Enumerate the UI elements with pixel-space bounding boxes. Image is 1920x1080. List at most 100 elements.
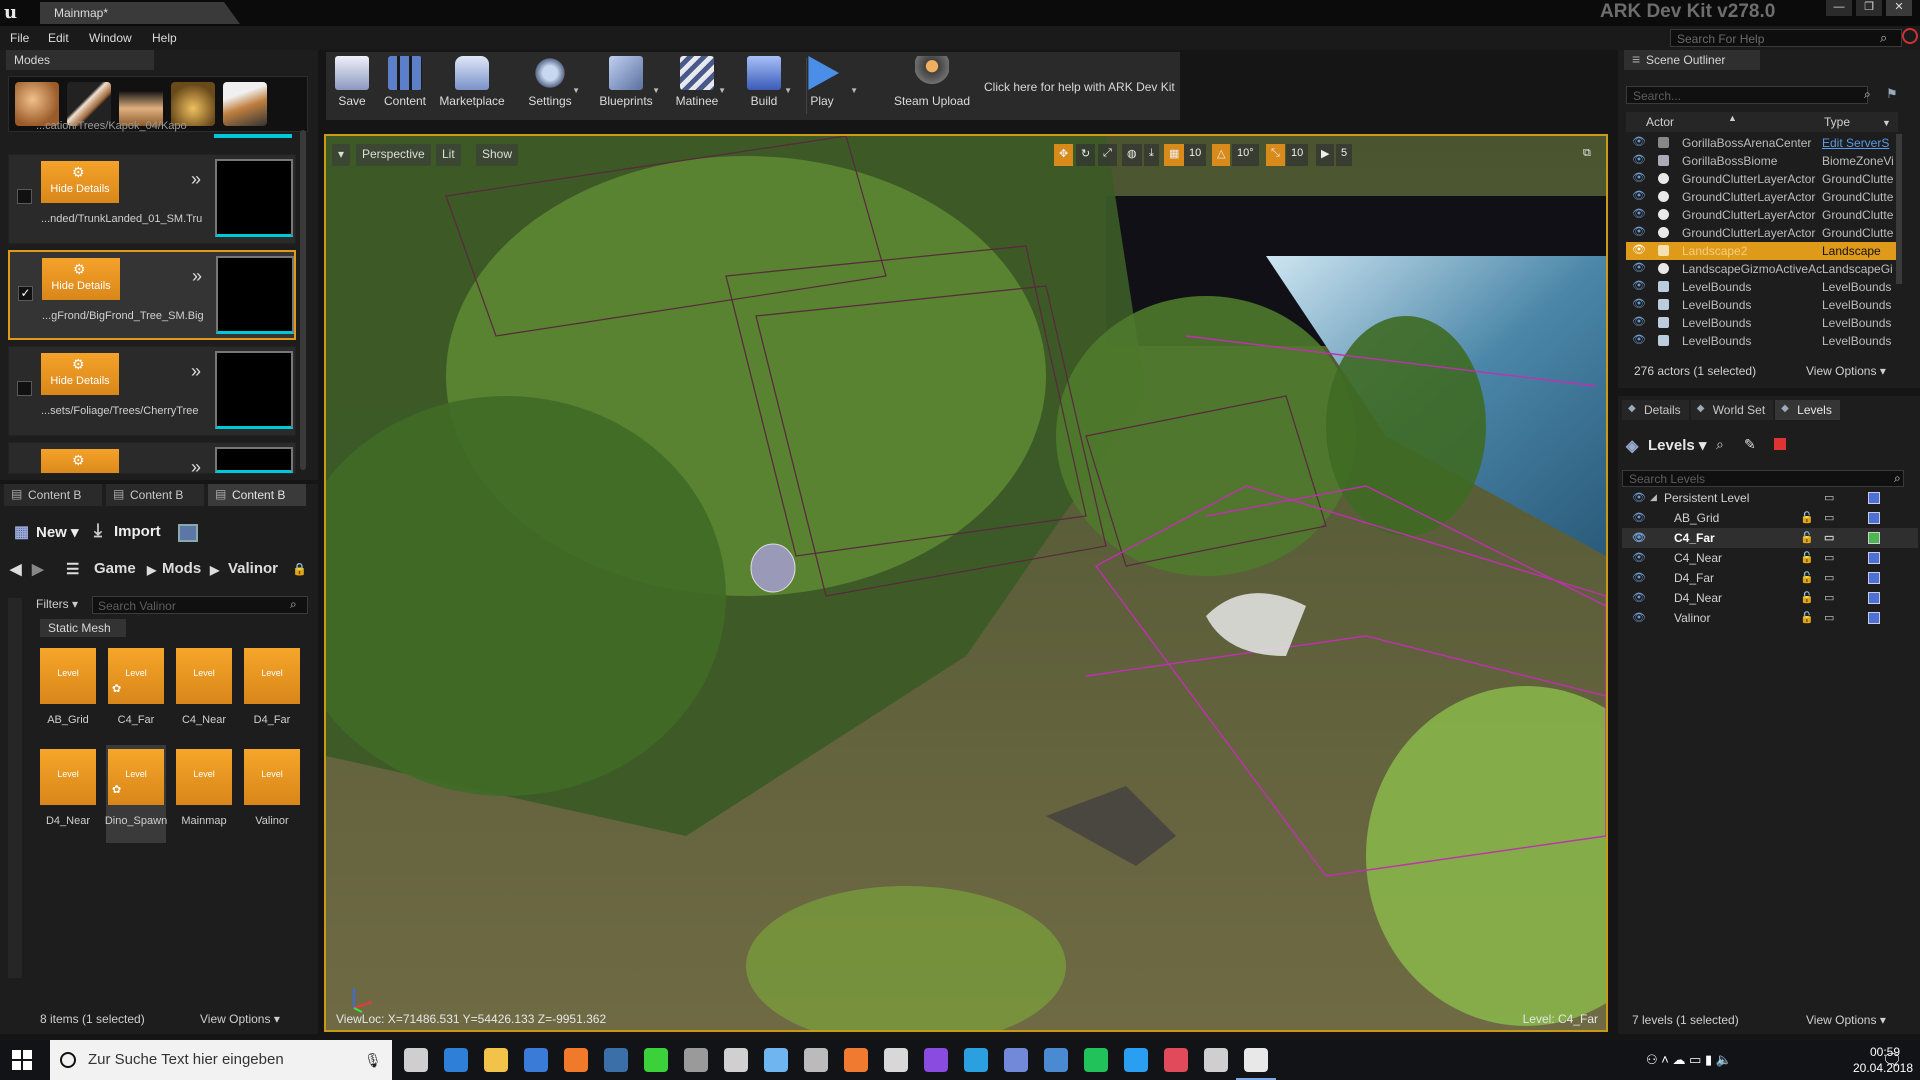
obs-icon[interactable] xyxy=(724,1048,748,1072)
rotation-snap-icon[interactable]: △ xyxy=(1212,144,1231,166)
outliner-row[interactable]: 👁 LevelBounds LevelBounds xyxy=(1626,278,1898,296)
eye-icon[interactable]: 👁 xyxy=(1632,153,1646,166)
foliage-checkbox[interactable]: ✓ xyxy=(18,286,33,301)
outliner-row[interactable]: 👁 GorillaBossBiome BiomeZoneVi xyxy=(1626,152,1898,170)
foliage-list-item[interactable]: ✓ Hide Details » ...gFrond/BigFrond_Tree… xyxy=(8,250,296,340)
outliner-row[interactable]: 👁 GroundClutterLayerActor GroundClutte xyxy=(1626,170,1898,188)
unlock-icon[interactable]: 🔓 xyxy=(1800,571,1814,584)
foliage-list-item[interactable]: » xyxy=(8,442,296,474)
asset-tile-selected[interactable]: Level ✿ Dino_Spawn xyxy=(105,745,167,843)
minimize-button[interactable]: — xyxy=(1826,0,1852,16)
twitch-icon[interactable] xyxy=(924,1048,948,1072)
show-button[interactable]: Show xyxy=(476,144,519,166)
content-search-input[interactable]: Search Valinor xyxy=(92,596,308,614)
system-tray-icons[interactable]: ⚇ ˄ ☁ ▭ ▮ 🔈 xyxy=(1646,1052,1732,1068)
forward-arrow-icon[interactable]: ▶ xyxy=(32,560,44,578)
eye-icon[interactable]: 👁 xyxy=(1632,531,1646,544)
outliner-row[interactable]: 👁 LevelBounds LevelBounds xyxy=(1626,314,1898,332)
level-viewport[interactable]: ▾ Perspective Lit Show ✥ ↻ ⤢ ◍ ⤓ ▦ 10 △ … xyxy=(324,134,1608,1032)
g-icon[interactable] xyxy=(1124,1048,1148,1072)
menu-help[interactable]: Help xyxy=(152,31,177,45)
unlock-icon[interactable]: 🔓 xyxy=(1800,591,1814,604)
chevron-right-icon[interactable]: » xyxy=(191,169,201,190)
chevron-down-icon[interactable]: ▼ xyxy=(572,86,580,95)
edge-icon[interactable] xyxy=(444,1048,468,1072)
eye-icon[interactable]: 👁 xyxy=(1632,591,1646,604)
epic-icon[interactable] xyxy=(1204,1048,1228,1072)
eye-icon[interactable]: 👁 xyxy=(1632,279,1646,292)
save-icon[interactable] xyxy=(1868,612,1880,624)
lock-icon[interactable]: 🔒 xyxy=(292,562,307,576)
camera-speed-icon[interactable]: ▶ xyxy=(1316,144,1335,166)
grid-snap-value[interactable]: 10 xyxy=(1184,144,1207,166)
microphone-icon[interactable]: 🎙 xyxy=(364,1052,382,1069)
sources-collapse-bar[interactable] xyxy=(8,598,22,978)
outliner-row[interactable]: 👁 GroundClutterLayerActor GroundClutte xyxy=(1626,188,1898,206)
stop-icon[interactable] xyxy=(1902,28,1918,44)
sort-ascending-icon[interactable]: ▲ xyxy=(1728,113,1737,123)
level-color-icon[interactable] xyxy=(1774,438,1786,450)
discord-icon[interactable] xyxy=(1004,1048,1028,1072)
asset-tile[interactable]: Level ✿ C4_Far xyxy=(106,644,166,742)
level-row[interactable]: 👁 C4_Near 🔓 ▭ xyxy=(1622,548,1918,568)
game-icon[interactable] xyxy=(684,1048,708,1072)
eye-icon[interactable]: 👁 xyxy=(1632,171,1646,184)
visibility-icon[interactable]: ▭ xyxy=(1824,491,1834,504)
build-button[interactable]: Build ▼ xyxy=(738,56,792,118)
hide-details-button[interactable]: Hide Details xyxy=(41,161,119,203)
dev-kit-help-link[interactable]: Click here for help with ARK Dev Kit xyxy=(984,80,1175,94)
viewport-options-button[interactable]: ▾ xyxy=(332,144,351,166)
outliner-search-input[interactable]: Search... xyxy=(1626,86,1868,104)
asset-tile[interactable]: Level Mainmap xyxy=(174,745,234,843)
save-icon[interactable] xyxy=(1868,592,1880,604)
filters-button[interactable]: Filters ▾ xyxy=(36,597,78,611)
import-button[interactable]: Import xyxy=(90,520,167,546)
explorer-icon[interactable] xyxy=(484,1048,508,1072)
eye-icon[interactable]: 👁 xyxy=(1632,207,1646,220)
eye-icon[interactable]: 👁 xyxy=(1632,571,1646,584)
chevron-down-icon[interactable]: ▼ xyxy=(1882,118,1891,128)
save-icon[interactable] xyxy=(1868,572,1880,584)
unreal-icon[interactable] xyxy=(1236,1048,1276,1080)
app-icon[interactable] xyxy=(804,1048,828,1072)
firefox-icon[interactable] xyxy=(564,1048,588,1072)
steam-upload-button[interactable]: Steam Upload xyxy=(892,56,972,118)
tab-content-browser-2[interactable]: Content B xyxy=(106,484,204,506)
outliner-row[interactable]: 👁 LevelBounds LevelBounds xyxy=(1626,296,1898,314)
brush-icon[interactable]: ✎ xyxy=(1744,436,1756,453)
eye-icon[interactable]: 👁 xyxy=(1632,315,1646,328)
taskbar-search-input[interactable]: Zur Suche Text hier eingeben xyxy=(50,1040,392,1080)
eye-icon[interactable]: 👁 xyxy=(1632,333,1646,346)
breadcrumb-valinor[interactable]: Valinor xyxy=(228,560,278,577)
view-options-button[interactable]: View Options ▾ xyxy=(1806,364,1886,378)
surface-snap-icon[interactable]: ⤓ xyxy=(1144,144,1159,166)
tab-content-browser-3[interactable]: Content B xyxy=(208,484,306,506)
geometry-mode-icon[interactable] xyxy=(223,82,267,126)
maps-icon[interactable] xyxy=(764,1048,788,1072)
unreal-logo-icon[interactable]: u xyxy=(4,2,26,24)
eye-icon[interactable]: 👁 xyxy=(1632,551,1646,564)
translate-mode-icon[interactable]: ✥ xyxy=(1054,144,1074,166)
tab-levels[interactable]: Levels xyxy=(1775,400,1840,420)
scale-snap-icon[interactable]: ⤡ xyxy=(1266,144,1285,166)
outliner-scrollbar[interactable] xyxy=(1896,134,1902,284)
blueprints-button[interactable]: Blueprints ▼ xyxy=(594,56,660,118)
razer-icon[interactable] xyxy=(644,1048,668,1072)
level-row-selected[interactable]: 👁 C4_Far 🔓 ▭ xyxy=(1622,528,1918,548)
cortana-icon[interactable] xyxy=(60,1052,76,1068)
search-icon[interactable]: ⌕ xyxy=(1864,87,1871,102)
eye-icon[interactable]: 👁 xyxy=(1632,261,1646,274)
chevron-right-icon[interactable]: » xyxy=(191,361,201,382)
scale-mode-icon[interactable]: ⤢ xyxy=(1098,144,1117,166)
visibility-icon[interactable]: ▭ xyxy=(1824,511,1834,524)
asset-tile[interactable]: Level C4_Near xyxy=(174,644,234,742)
menu-file[interactable]: File xyxy=(10,31,29,45)
play-options-button[interactable]: ▼ xyxy=(842,56,862,118)
eye-icon[interactable]: 👁 xyxy=(1632,135,1646,148)
menu-window[interactable]: Window xyxy=(89,31,132,45)
visibility-icon[interactable]: ▭ xyxy=(1824,571,1834,584)
save-icon[interactable] xyxy=(1868,492,1880,504)
breadcrumb-mods[interactable]: Mods xyxy=(162,560,201,577)
close-button[interactable]: ✕ xyxy=(1886,0,1912,16)
chevron-down-icon[interactable]: ▼ xyxy=(784,86,792,95)
